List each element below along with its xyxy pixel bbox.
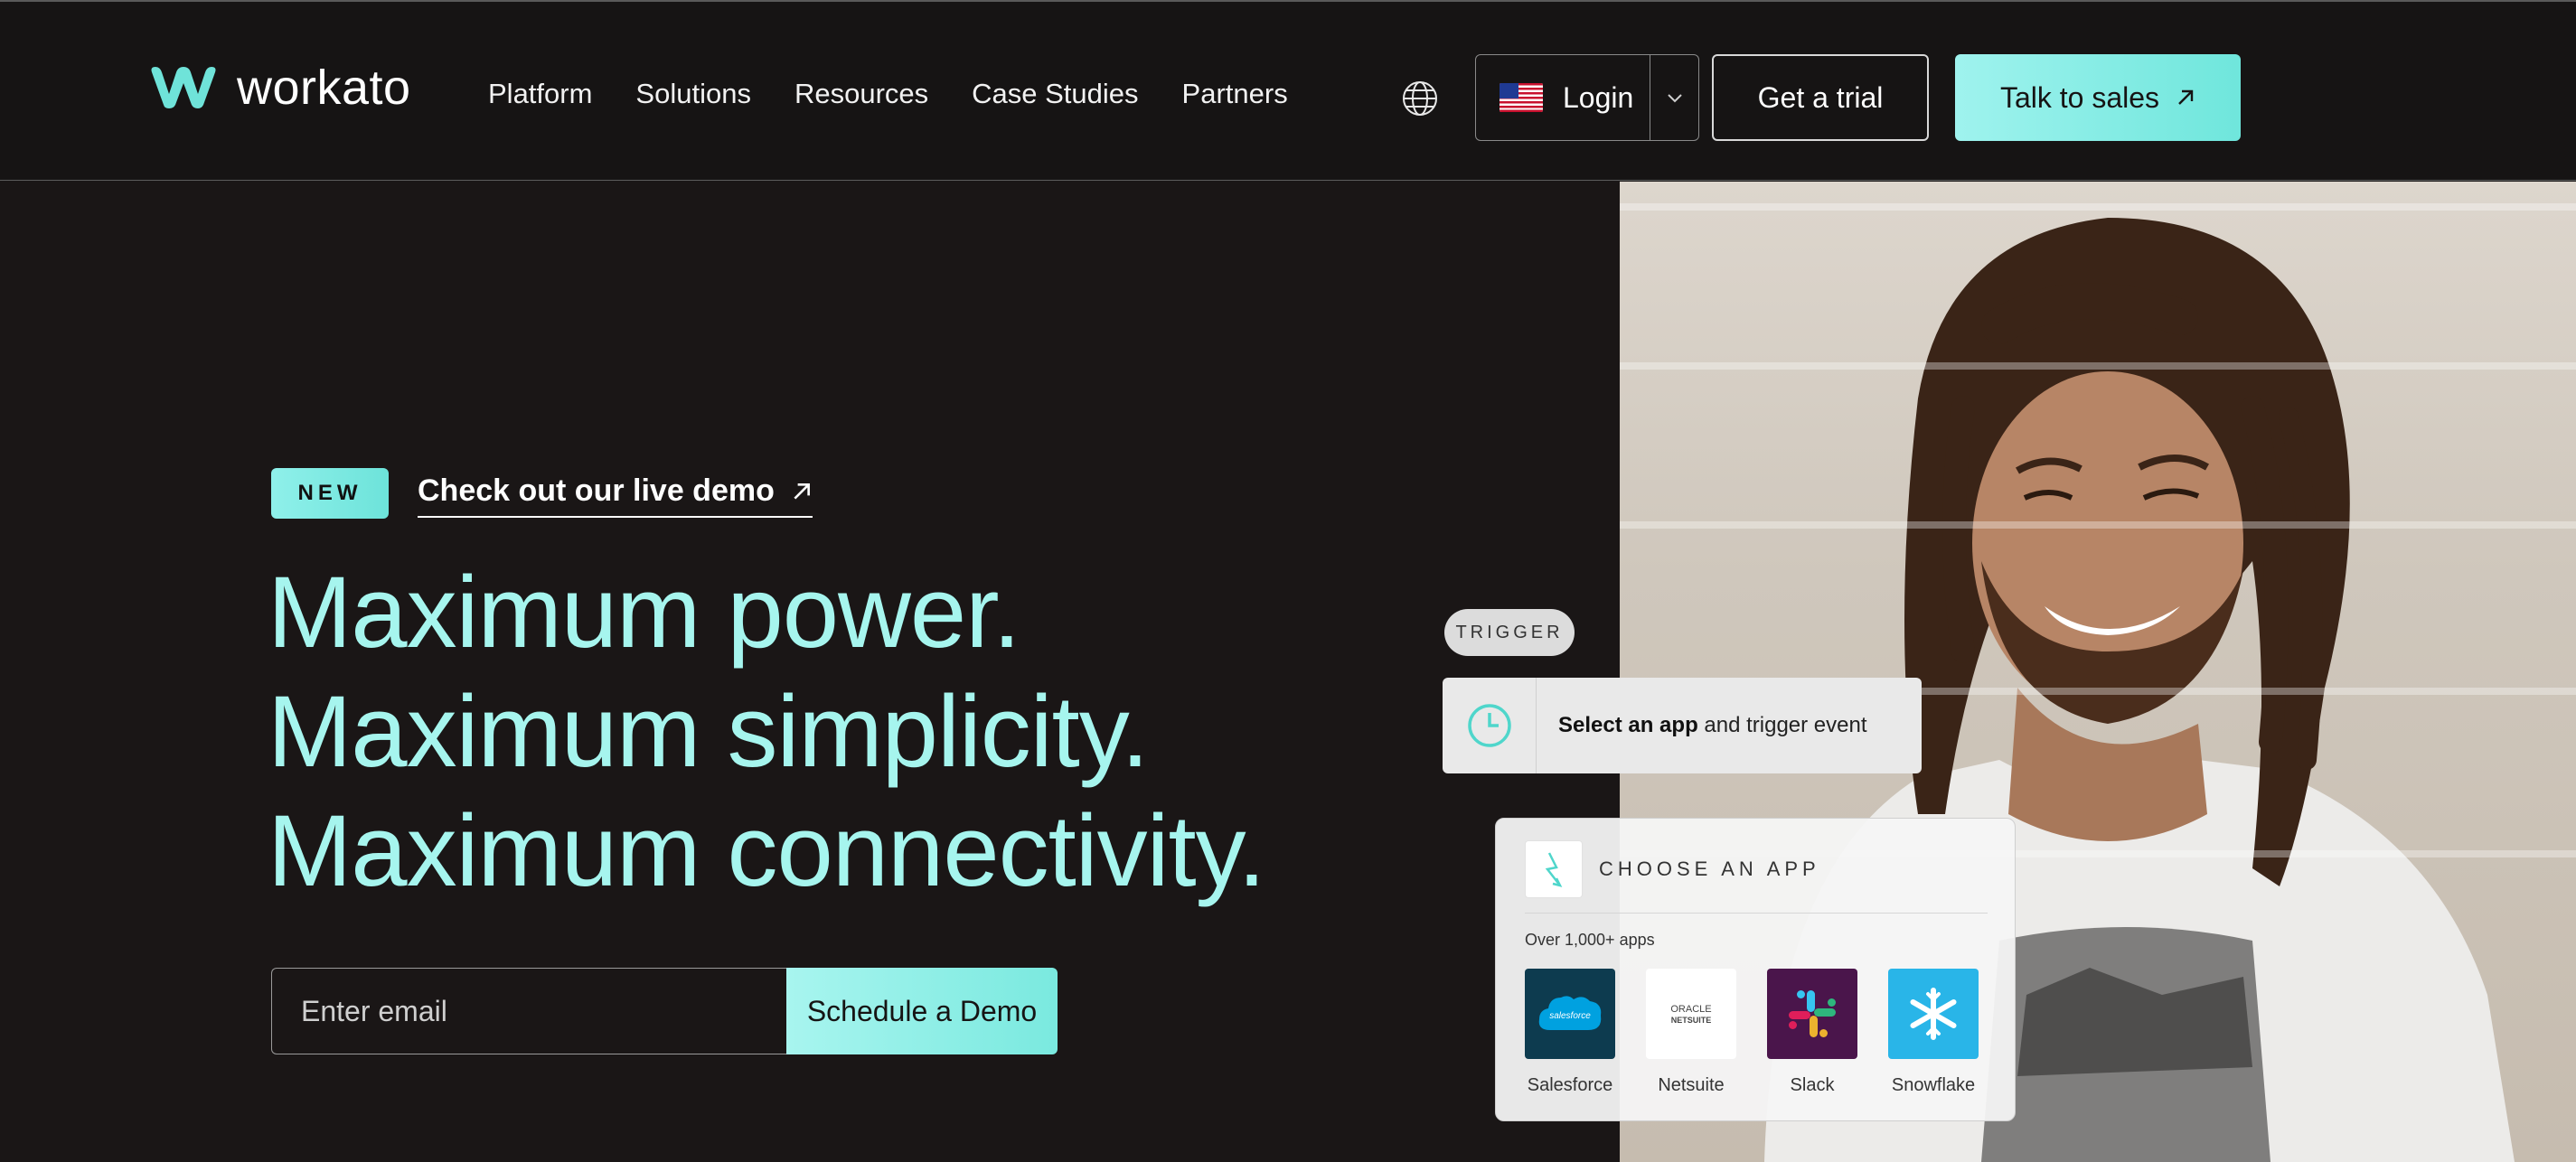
chevron-down-icon [1667,94,1682,103]
oracle-text: ORACLE [1670,1004,1711,1015]
login-dropdown-toggle[interactable] [1650,55,1698,140]
app-list: salesforce Salesforce ORACLE NETSUITE Ne… [1525,969,1979,1096]
netsuite-text: NETSUITE [1671,1016,1712,1025]
get-trial-button[interactable]: Get a trial [1712,54,1929,141]
trigger-icon-box [1443,678,1537,773]
svg-text:salesforce: salesforce [1549,1011,1591,1021]
schedule-demo-button[interactable]: Schedule a Demo [786,968,1058,1054]
trigger-card[interactable]: Select an app and trigger event [1443,678,1922,773]
salesforce-logo: salesforce [1525,969,1615,1059]
clock-icon [1467,704,1511,747]
headline-line-1: Maximum power. [268,556,1020,669]
bolt-icon [1545,852,1563,887]
nav-partners[interactable]: Partners [1182,80,1288,108]
divider [1525,913,1988,914]
slack-logo [1767,969,1857,1059]
us-flag-icon [1500,83,1543,112]
apps-count: Over 1,000+ apps [1525,931,1655,949]
globe-icon[interactable] [1401,80,1439,117]
login-group: Login [1475,54,1699,141]
netsuite-logo: ORACLE NETSUITE [1646,969,1736,1059]
snowflake-icon [1910,988,1957,1040]
workato-logo[interactable]: workato [146,63,411,112]
oracle-netsuite-icon: ORACLE NETSUITE [1670,1004,1712,1025]
app-snowflake[interactable]: Snowflake [1888,969,1979,1096]
live-demo-link[interactable]: Check out our live demo [418,473,813,518]
nav-platform[interactable]: Platform [488,80,592,108]
choose-app-header: CHOOSE AN APP [1525,840,1820,898]
live-demo-label: Check out our live demo [418,473,775,508]
arrow-up-right-icon [2178,89,2194,105]
app-salesforce[interactable]: salesforce Salesforce [1525,969,1615,1096]
nav-resources[interactable]: Resources [794,80,928,108]
choose-app-card: CHOOSE AN APP Over 1,000+ apps salesforc… [1495,818,2016,1121]
trigger-label: TRIGGER [1444,609,1575,656]
trigger-text: Select an app and trigger event [1537,713,1867,738]
talk-to-sales-button[interactable]: Talk to sales [1955,54,2241,141]
talk-to-sales-label: Talk to sales [1999,80,2160,114]
arrow-up-right-icon [794,483,810,500]
app-name: Snowflake [1891,1075,1976,1095]
app-netsuite[interactable]: ORACLE NETSUITE Netsuite [1646,969,1736,1096]
email-input[interactable] [271,968,786,1054]
headline-line-3: Maximum connectivity. [268,794,1265,907]
new-badge: NEW [271,468,389,519]
salesforce-cloud-icon: salesforce [1538,996,1602,1030]
trigger-text-rest: and trigger event [1697,713,1867,737]
app-slack[interactable]: Slack [1767,969,1857,1096]
nav-solutions[interactable]: Solutions [635,80,751,108]
hero-headline: Maximum power. Maximum simplicity. Maxim… [268,553,1265,911]
choose-app-logo [1525,840,1583,898]
choose-app-title: CHOOSE AN APP [1599,857,1820,880]
brand-name: workato [237,61,411,115]
main-nav: Platform Solutions Resources Case Studie… [488,80,1288,108]
slack-icon [1789,990,1836,1037]
headline-line-2: Maximum simplicity. [268,675,1150,788]
snowflake-logo [1888,969,1979,1059]
app-name: Salesforce [1527,1075,1613,1095]
demo-signup-form: Schedule a Demo [271,968,1058,1054]
nav-case-studies[interactable]: Case Studies [972,80,1138,108]
login-label: Login [1563,80,1634,114]
app-name: Netsuite [1658,1075,1725,1095]
workato-logo-icon [151,67,216,108]
trigger-text-bold: Select an app [1558,713,1698,737]
login-button[interactable]: Login [1476,55,1650,140]
app-name: Slack [1790,1075,1835,1095]
top-navigation-bar: workato Platform Solutions Resources Cas… [0,0,2576,181]
